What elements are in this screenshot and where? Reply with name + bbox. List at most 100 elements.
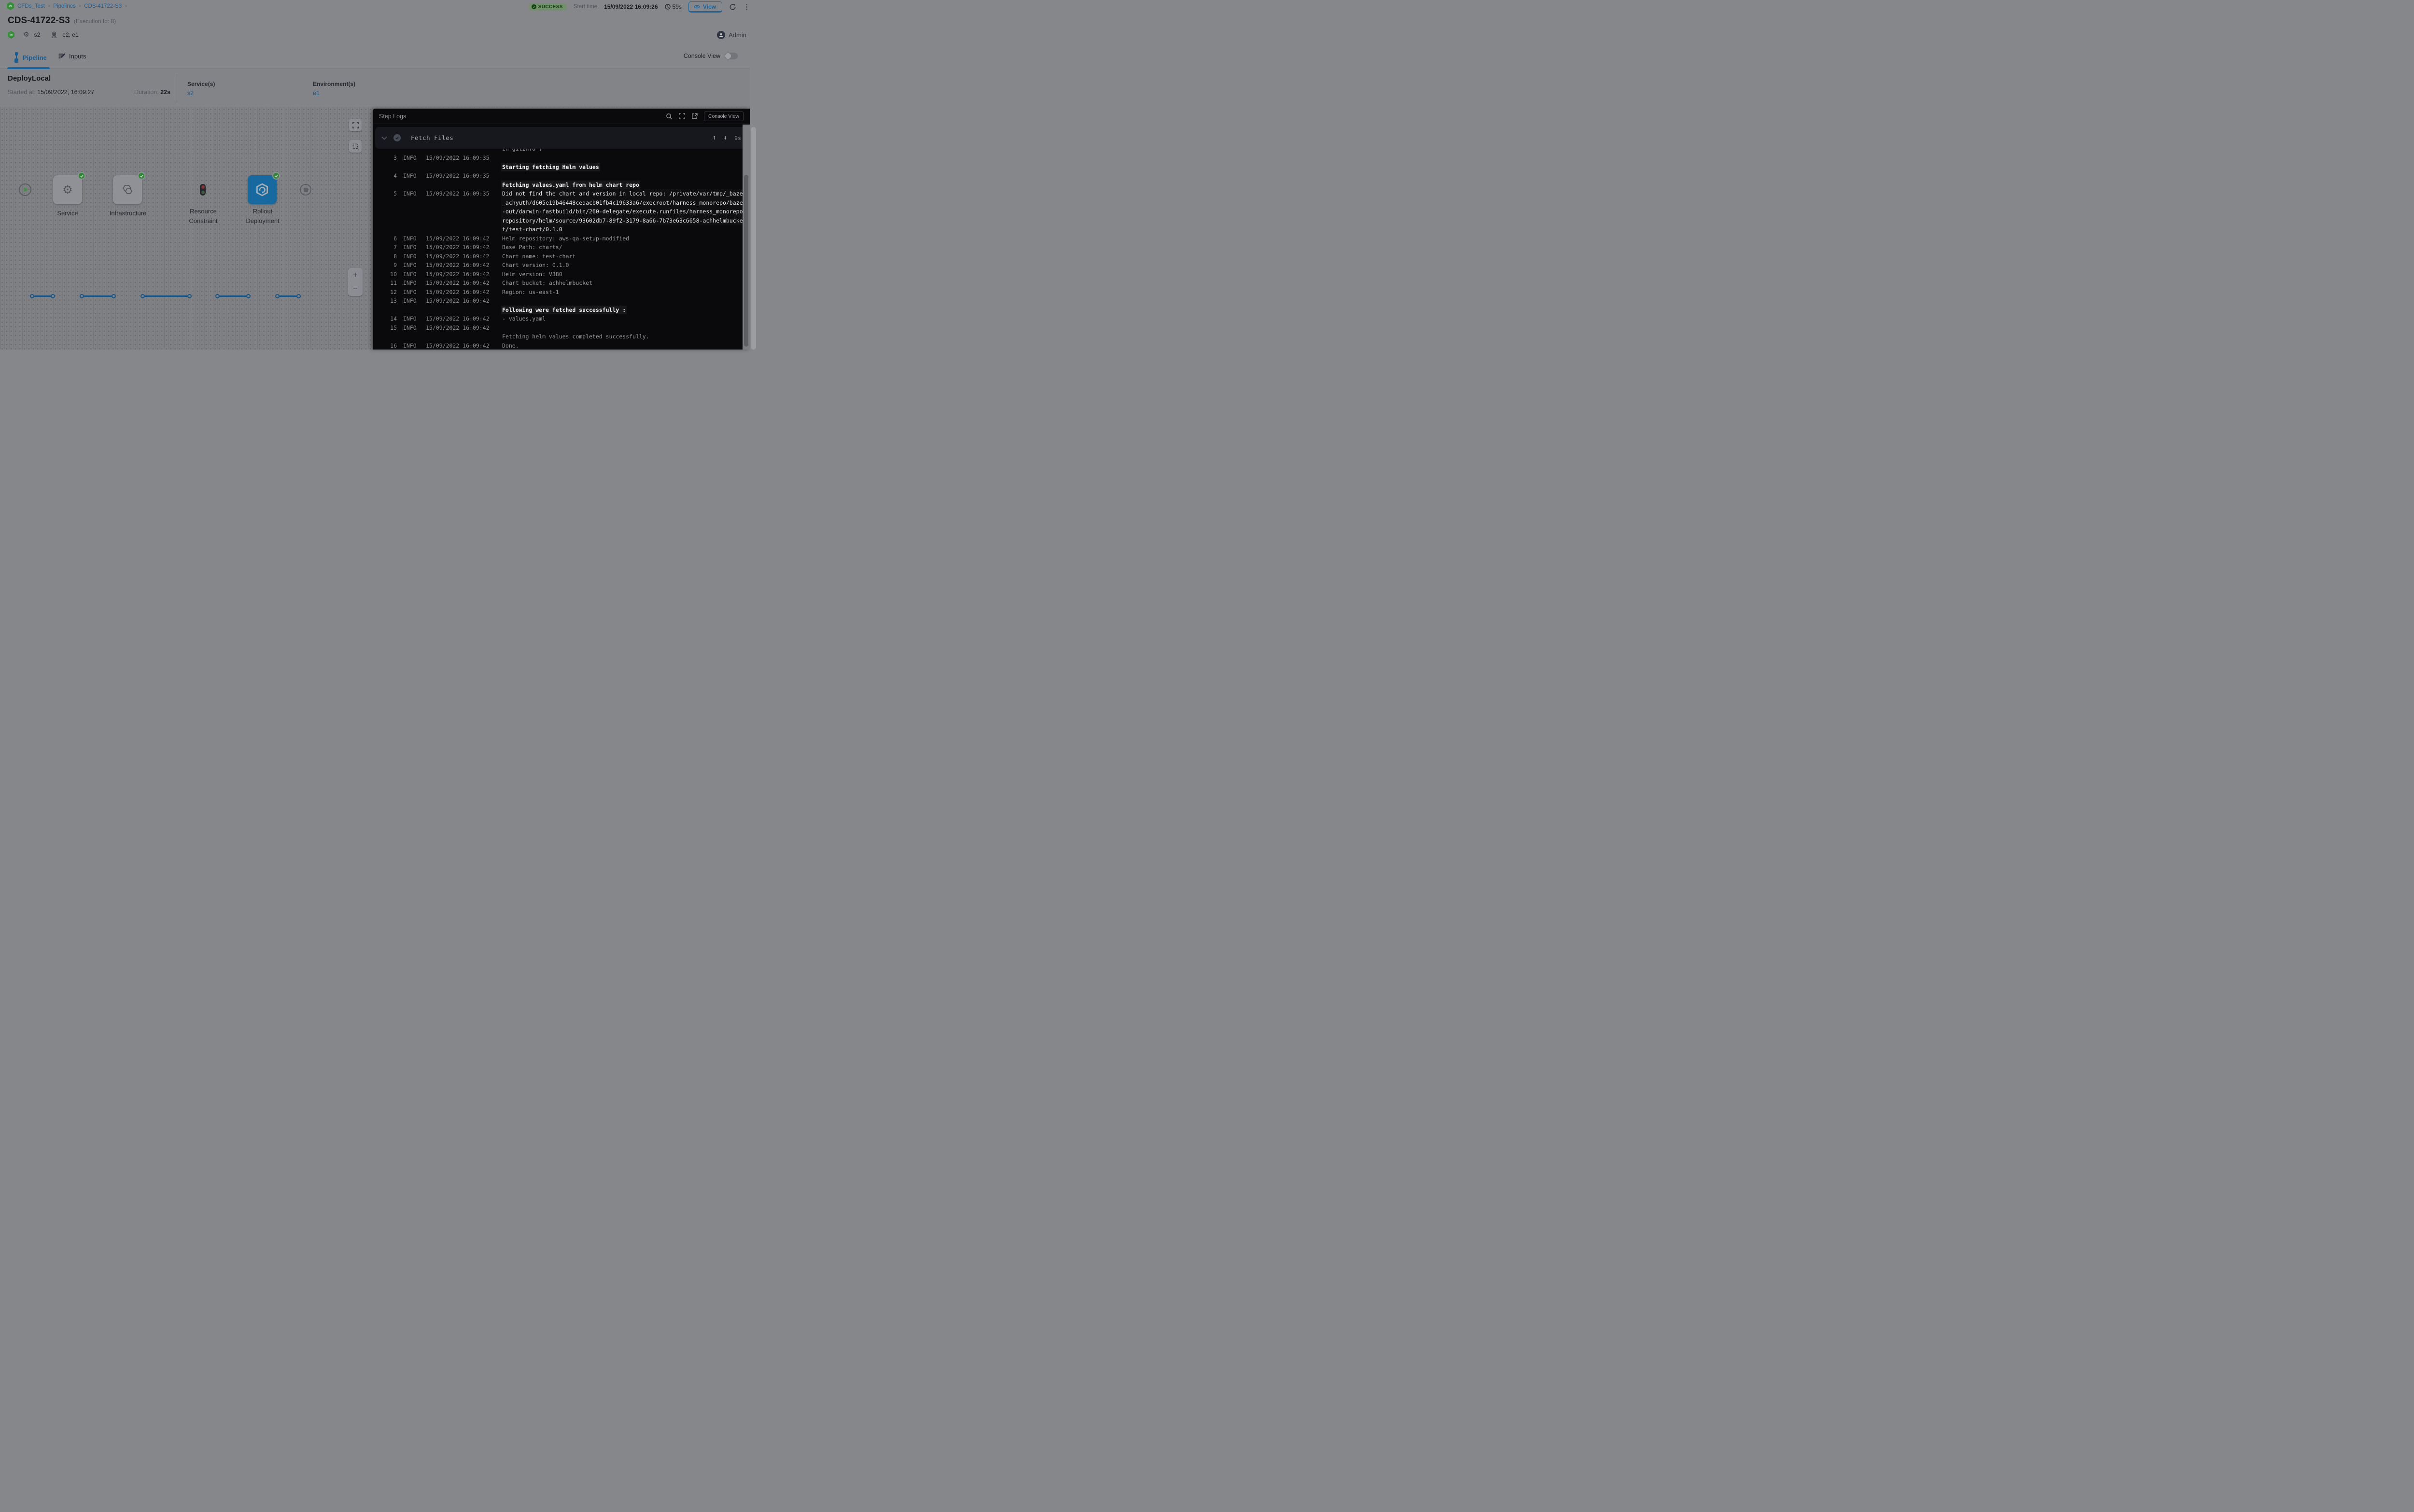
status-badge: SUCCESS bbox=[529, 3, 567, 11]
console-view-toggle[interactable] bbox=[725, 53, 738, 59]
services-label: Service(s) bbox=[187, 81, 215, 87]
start-time-value: 15/09/2022 16:09:26 bbox=[604, 3, 658, 10]
zoom-out-button[interactable]: − bbox=[348, 282, 363, 296]
pipeline-icon bbox=[14, 52, 19, 63]
tab-pipeline[interactable]: Pipeline bbox=[14, 52, 47, 63]
service-tag[interactable]: s2 bbox=[34, 31, 41, 38]
log-timestamp bbox=[426, 207, 493, 216]
step-logs-drawer: Step Logs Console View Fetch Files ↑ ↓ 9… bbox=[373, 109, 750, 350]
breadcrumb-pipelines[interactable]: Pipelines bbox=[53, 3, 76, 9]
eye-icon bbox=[694, 4, 700, 9]
infrastructure-node[interactable] bbox=[113, 175, 142, 204]
stage-name: DeployLocal bbox=[8, 74, 51, 83]
gear-icon: ⚙ bbox=[23, 31, 29, 39]
start-node[interactable] bbox=[19, 183, 31, 196]
log-line-number bbox=[380, 207, 397, 216]
expand-fullscreen-icon[interactable] bbox=[679, 113, 685, 119]
log-level bbox=[403, 163, 419, 172]
connector-dot bbox=[51, 294, 55, 298]
log-timestamp bbox=[426, 181, 493, 190]
end-node[interactable] bbox=[300, 184, 311, 196]
infrastructure-node-label: Infrastructure bbox=[110, 209, 147, 218]
log-line-number: 16 bbox=[380, 341, 397, 350]
log-level: INFO bbox=[403, 279, 419, 288]
page-scrollbar-thumb[interactable] bbox=[751, 127, 756, 350]
tab-inputs[interactable]: Inputs bbox=[58, 52, 86, 60]
avatar bbox=[717, 31, 725, 39]
log-message: Fetching values.yaml from helm chart rep… bbox=[501, 181, 640, 190]
log-scrollbar-thumb[interactable] bbox=[744, 175, 748, 347]
stage-started: Started at: 15/09/2022, 16:09:27 bbox=[8, 89, 94, 96]
log-line: Following were fetched successfully : bbox=[380, 306, 750, 315]
log-line-number: 10 bbox=[380, 270, 397, 279]
environment-icon bbox=[51, 31, 57, 39]
tab-bar: Pipeline Inputs Console View bbox=[0, 46, 757, 69]
log-line: repository/helm/source/93602db7-89f2-317… bbox=[380, 216, 750, 225]
user-name: Admin bbox=[729, 31, 746, 39]
fit-screen-icon bbox=[352, 122, 359, 128]
page-title: CDS-41722-S3 bbox=[8, 15, 70, 26]
log-timestamp bbox=[426, 306, 493, 315]
search-icon[interactable] bbox=[666, 113, 673, 120]
refresh-icon[interactable] bbox=[729, 3, 736, 11]
console-view-label: Console View bbox=[684, 53, 720, 59]
rollout-deployment-node[interactable] bbox=[248, 175, 277, 204]
more-options-icon[interactable]: ⋮ bbox=[743, 2, 750, 11]
log-level: INFO bbox=[403, 189, 419, 198]
scroll-up-icon[interactable]: ↑ bbox=[712, 134, 716, 141]
service-node[interactable]: ⚙ bbox=[53, 175, 82, 204]
chevron-right-icon: › bbox=[125, 3, 126, 9]
log-level: INFO bbox=[403, 323, 419, 333]
console-view-button[interactable]: Console View bbox=[704, 112, 744, 121]
log-line: 8 INFO 15/09/2022 16:09:42 Chart name: t… bbox=[380, 252, 750, 261]
marquee-select-button[interactable] bbox=[349, 140, 362, 153]
breadcrumb: ∞ CFDs_Test › Pipelines › CDS-41722-S3 › bbox=[7, 2, 127, 10]
log-message: Chart name: test-chart bbox=[501, 252, 576, 261]
log-message bbox=[501, 296, 503, 306]
log-message: Helm repository: aws-qa-setup-modified bbox=[501, 234, 630, 243]
step-success-icon bbox=[393, 134, 401, 141]
log-line-number bbox=[380, 216, 397, 225]
user-menu[interactable]: Admin bbox=[717, 31, 746, 39]
log-line-number: 14 bbox=[380, 314, 397, 323]
service-link[interactable]: s2 bbox=[187, 90, 215, 97]
fit-to-screen-button[interactable] bbox=[349, 119, 362, 131]
log-timestamp: 15/09/2022 16:09:42 bbox=[426, 261, 493, 270]
environment-tag[interactable]: e2, e1 bbox=[62, 31, 78, 38]
resource-constraint-node[interactable] bbox=[200, 184, 206, 196]
log-timestamp: 15/09/2022 16:09:35 bbox=[426, 171, 493, 181]
step-row-fetch-files[interactable]: Fetch Files ↑ ↓ 9s bbox=[375, 127, 747, 149]
chevron-right-icon: › bbox=[48, 3, 50, 9]
log-timestamp: 15/09/2022 16:09:42 bbox=[426, 270, 493, 279]
step-name: Fetch Files bbox=[411, 134, 453, 141]
stop-icon bbox=[304, 188, 308, 192]
log-level bbox=[403, 181, 419, 190]
breadcrumb-pipeline-name[interactable]: CDS-41722-S3 bbox=[84, 3, 122, 9]
log-timestamp: 15/09/2022 16:09:42 bbox=[426, 314, 493, 323]
execution-id: (Execution Id: 8) bbox=[74, 18, 116, 25]
log-line: 14 INFO 15/09/2022 16:09:42 - values.yam… bbox=[380, 314, 750, 323]
log-level bbox=[403, 216, 419, 225]
scroll-down-icon[interactable]: ↓ bbox=[723, 134, 727, 141]
log-rows: 3 INFO 15/09/2022 16:09:35 Starting fetc… bbox=[380, 154, 750, 350]
gear-icon: ⚙ bbox=[62, 183, 73, 196]
environment-link[interactable]: e1 bbox=[313, 90, 355, 97]
breadcrumb-project[interactable]: CFDs_Test bbox=[17, 3, 45, 9]
log-level: INFO bbox=[403, 288, 419, 297]
log-line: 6 INFO 15/09/2022 16:09:42 Helm reposito… bbox=[380, 234, 750, 243]
zoom-in-button[interactable]: + bbox=[348, 268, 363, 282]
log-level: INFO bbox=[403, 341, 419, 350]
log-line-number: 13 bbox=[380, 296, 397, 306]
log-line-number: 8 bbox=[380, 252, 397, 261]
log-message bbox=[501, 323, 503, 333]
zoom-controls: + − bbox=[348, 268, 363, 296]
log-timestamp bbox=[426, 332, 493, 341]
open-in-new-icon[interactable] bbox=[691, 113, 698, 119]
chevron-down-icon[interactable] bbox=[381, 136, 387, 140]
log-level: INFO bbox=[403, 314, 419, 323]
log-timestamp: 15/09/2022 16:09:42 bbox=[426, 243, 493, 252]
log-line-number: 5 bbox=[380, 189, 397, 198]
log-timestamp: 15/09/2022 16:09:42 bbox=[426, 296, 493, 306]
log-timestamp: 15/09/2022 16:09:42 bbox=[426, 341, 493, 350]
view-button[interactable]: View bbox=[688, 1, 722, 13]
